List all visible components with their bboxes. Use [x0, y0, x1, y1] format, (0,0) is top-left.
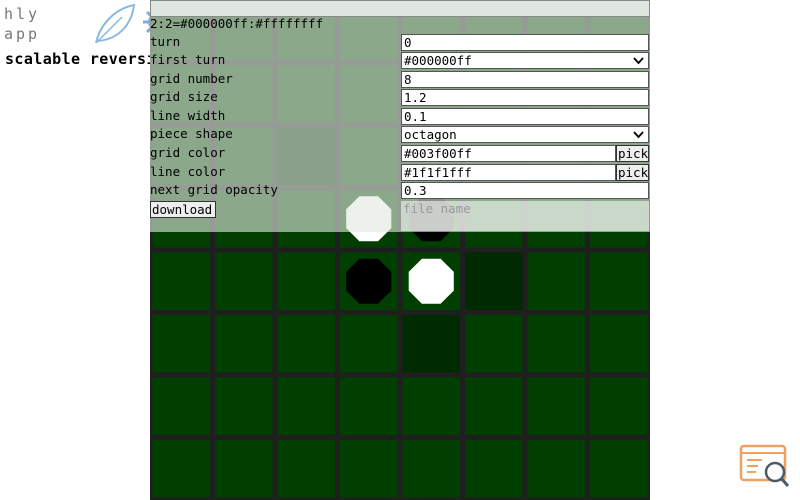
first-turn-select[interactable]: #000000ff	[401, 52, 649, 69]
download-button[interactable]: download	[150, 201, 216, 218]
grid-color-input[interactable]: #003f00ff	[401, 145, 616, 162]
board-cell[interactable]	[527, 440, 586, 498]
board-cell[interactable]	[340, 440, 398, 498]
line-color-pick-button[interactable]: pick	[616, 164, 649, 181]
grid-size-input[interactable]: 1.2	[401, 89, 649, 106]
next-grid-opacity-input[interactable]: 0.3	[401, 182, 649, 199]
line-color-label: line color	[150, 164, 226, 179]
piece-shape-select[interactable]: octagon	[401, 126, 649, 143]
board-cell[interactable]	[215, 252, 273, 311]
board-cell[interactable]	[402, 377, 461, 436]
score-status: 2:2=#000000ff:#ffffffff	[150, 16, 324, 31]
turn-label: turn	[150, 34, 181, 49]
brand-logo[interactable]: hly app	[4, 4, 48, 44]
next-move-cell[interactable]	[402, 315, 461, 373]
board-cell[interactable]	[590, 252, 648, 311]
first-turn-label: first turn	[150, 52, 226, 67]
piece-shape-value: octagon	[404, 127, 457, 142]
board-cell[interactable]	[527, 252, 586, 311]
board-cell[interactable]	[465, 315, 523, 373]
grid-color-label: grid color	[150, 145, 226, 160]
line-width-label: line width	[150, 108, 226, 123]
board-cell[interactable]	[465, 377, 523, 436]
file-name-input[interactable]: file name	[401, 201, 649, 231]
board-cell[interactable]	[277, 440, 336, 498]
first-turn-value: #000000ff	[404, 53, 472, 68]
board-cell[interactable]	[152, 377, 211, 436]
chevron-down-icon	[633, 57, 644, 65]
grid-size-label: grid size	[150, 89, 218, 104]
board-cell[interactable]	[465, 440, 523, 498]
board-cell[interactable]	[590, 440, 648, 498]
black-piece	[346, 258, 392, 304]
piece-shape-label: piece shape	[150, 126, 233, 141]
board-cell[interactable]	[215, 315, 273, 373]
board-cell[interactable]	[590, 315, 648, 373]
board-cell[interactable]	[402, 440, 461, 498]
grid-number-input[interactable]: 8	[401, 71, 649, 88]
board-cell[interactable]	[152, 315, 211, 373]
next-grid-opacity-label: next grid opacity	[150, 182, 278, 197]
board-cell[interactable]	[277, 252, 336, 311]
top-bar	[150, 0, 650, 17]
line-width-input[interactable]: 0.1	[401, 108, 649, 125]
turn-input[interactable]: 0	[401, 34, 649, 51]
logo-line-1: hly	[4, 5, 41, 23]
next-move-cell[interactable]	[465, 252, 523, 311]
logo-line-2: app	[4, 25, 41, 43]
board-cell[interactable]	[340, 377, 398, 436]
board-cell[interactable]	[527, 315, 586, 373]
board-cell[interactable]	[277, 377, 336, 436]
line-color-input[interactable]: #1f1f1fff	[401, 164, 616, 181]
grid-number-label: grid number	[150, 71, 233, 86]
grid-color-pick-button[interactable]: pick	[616, 145, 649, 162]
search-console-icon[interactable]	[738, 444, 792, 490]
leaf-icon	[95, 3, 136, 44]
board-cell[interactable]	[590, 377, 648, 436]
board-cell[interactable]	[527, 377, 586, 436]
board-cell[interactable]	[215, 377, 273, 436]
app-title: scalable reversi	[5, 50, 156, 68]
chevron-down-icon	[633, 131, 644, 139]
file-name-placeholder: file name	[403, 201, 471, 216]
board-cell[interactable]	[277, 315, 336, 373]
board-cell[interactable]	[340, 315, 398, 373]
white-piece	[408, 258, 454, 304]
board-cell[interactable]	[215, 440, 273, 498]
board-cell[interactable]	[152, 440, 211, 498]
board-cell[interactable]	[152, 252, 211, 311]
settings-panel: 2:2=#000000ff:#ffffffff turn 0 first tur…	[150, 0, 650, 232]
